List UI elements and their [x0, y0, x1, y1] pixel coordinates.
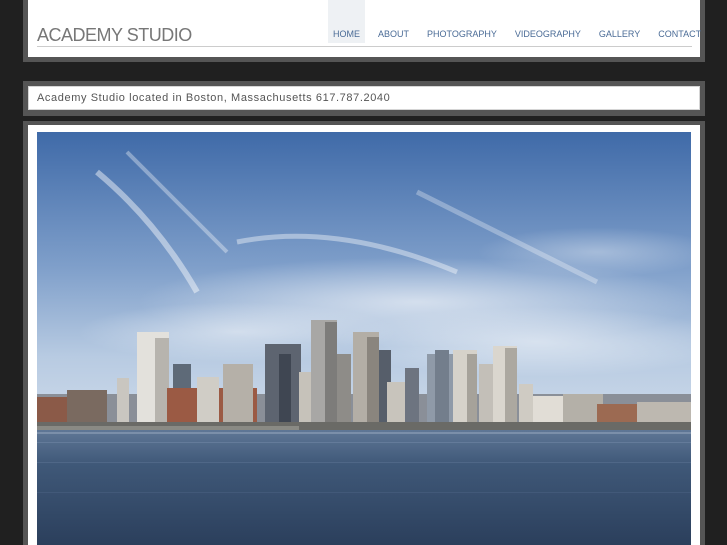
header-frame: ACADEMY STUDIO HOME ABOUT PHOTOGRAPHY VI…	[23, 0, 705, 62]
nav-contact[interactable]: CONTACT	[649, 0, 710, 43]
nav-videography[interactable]: VIDEOGRAPHY	[506, 0, 590, 43]
nav-home[interactable]: HOME	[328, 0, 365, 43]
tagline-frame: Academy Studio located in Boston, Massac…	[23, 81, 705, 116]
tagline-box: Academy Studio located in Boston, Massac…	[28, 86, 700, 110]
nav-gallery[interactable]: GALLERY	[590, 0, 649, 43]
site-logo[interactable]: ACADEMY STUDIO	[37, 24, 192, 46]
hero	[28, 125, 700, 545]
header-divider	[37, 46, 692, 47]
main-nav: HOME ABOUT PHOTOGRAPHY VIDEOGRAPHY GALLE…	[328, 0, 710, 43]
tagline-text: Academy Studio located in Boston, Massac…	[37, 92, 391, 104]
boston-skyline-photo	[37, 132, 691, 545]
nav-about[interactable]: ABOUT	[369, 0, 418, 43]
hero-frame	[23, 121, 705, 545]
nav-photography[interactable]: PHOTOGRAPHY	[418, 0, 506, 43]
header: ACADEMY STUDIO HOME ABOUT PHOTOGRAPHY VI…	[28, 0, 701, 57]
